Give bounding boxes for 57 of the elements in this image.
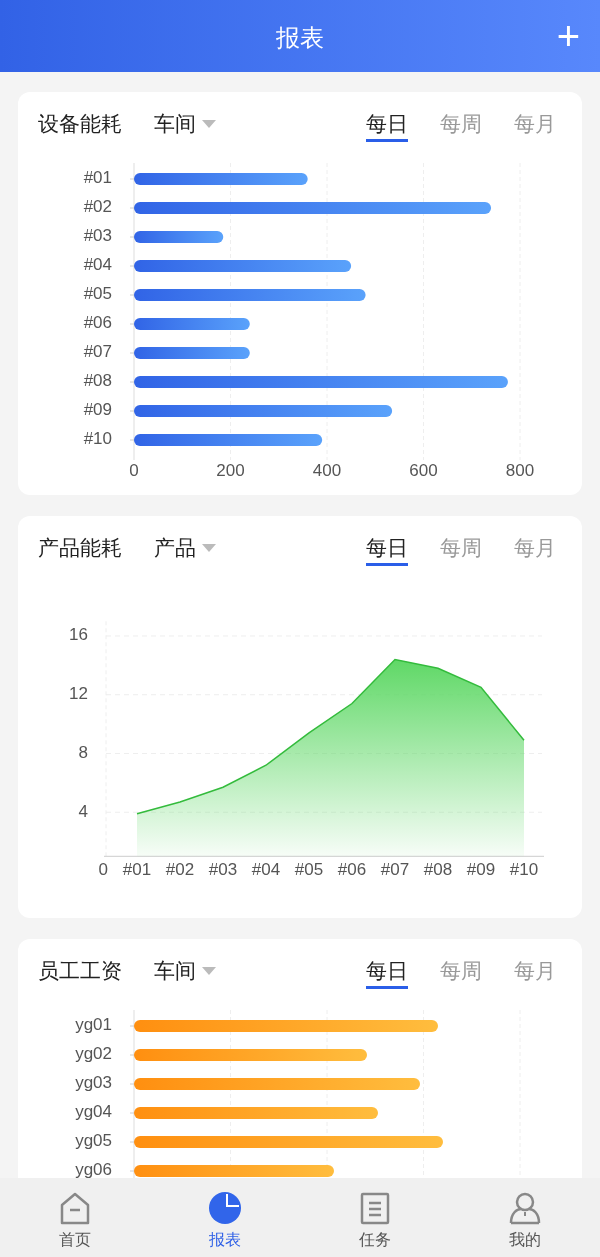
user-icon <box>508 1191 542 1226</box>
axis-label: #05 <box>294 860 324 880</box>
axis-label: 4 <box>78 801 88 821</box>
category-label: #03 <box>83 226 112 246</box>
axis-label: #08 <box>423 860 453 880</box>
axis-label: #10 <box>509 860 539 880</box>
axis-label: 0 <box>129 461 139 481</box>
tab-bar-item[interactable]: 任务 <box>300 1178 450 1257</box>
category-label: yg02 <box>75 1044 112 1064</box>
category-label: #10 <box>83 429 112 449</box>
category-label: yg04 <box>75 1102 112 1122</box>
axis-label: 800 <box>505 461 535 481</box>
axis-label: 200 <box>216 461 245 481</box>
tab-bar-item[interactable]: 报表 <box>150 1178 300 1257</box>
axis-label: #03 <box>208 860 238 880</box>
axis-label: #01 <box>122 860 152 880</box>
period-tab[interactable]: 每日 <box>366 956 408 989</box>
category-label: #09 <box>83 400 112 420</box>
caret-icon <box>202 967 216 975</box>
card-title: 设备能耗 <box>38 111 122 138</box>
page-title: 报表 <box>276 23 324 53</box>
axis-label: #06 <box>337 860 367 880</box>
category-label: #07 <box>83 342 112 362</box>
axis-label: 16 <box>69 625 88 645</box>
axis-label: 8 <box>78 742 88 762</box>
category-label: yg03 <box>75 1073 112 1093</box>
document-icon <box>358 1191 392 1226</box>
axis-label: 400 <box>312 461 342 481</box>
category-label: #08 <box>83 371 112 391</box>
filter-dropdown[interactable]: 产品 <box>154 532 216 564</box>
filter-dropdown[interactable]: 车间 <box>154 955 216 987</box>
axis-label: #09 <box>466 860 496 880</box>
axis-label: 600 <box>409 461 438 481</box>
pie-chart-icon <box>208 1191 242 1226</box>
caret-icon <box>202 120 216 128</box>
category-label: #05 <box>83 284 112 304</box>
axis-label: #07 <box>380 860 410 880</box>
axis-label: 0 <box>98 860 108 880</box>
period-tab[interactable]: 每日 <box>366 109 408 142</box>
period-tab[interactable]: 每日 <box>366 533 408 566</box>
tab-bar-item[interactable]: 首页 <box>0 1178 150 1257</box>
card-title: 员工工资 <box>38 958 122 985</box>
tab-bar-item[interactable]: 我的 <box>450 1178 600 1257</box>
category-label: yg05 <box>75 1131 112 1151</box>
axis-label: #02 <box>165 860 195 880</box>
category-label: #06 <box>83 313 112 333</box>
home-icon <box>58 1191 92 1226</box>
axis-label: #04 <box>251 860 281 880</box>
caret-icon <box>202 544 216 552</box>
axis-label: 12 <box>69 684 88 704</box>
category-label: #04 <box>83 255 112 275</box>
category-label: #01 <box>83 168 112 188</box>
category-label: #02 <box>83 197 112 217</box>
filter-dropdown[interactable]: 车间 <box>154 108 216 140</box>
card-title: 产品能耗 <box>38 535 122 562</box>
category-label: yg06 <box>75 1160 112 1178</box>
category-label: yg01 <box>75 1015 112 1035</box>
